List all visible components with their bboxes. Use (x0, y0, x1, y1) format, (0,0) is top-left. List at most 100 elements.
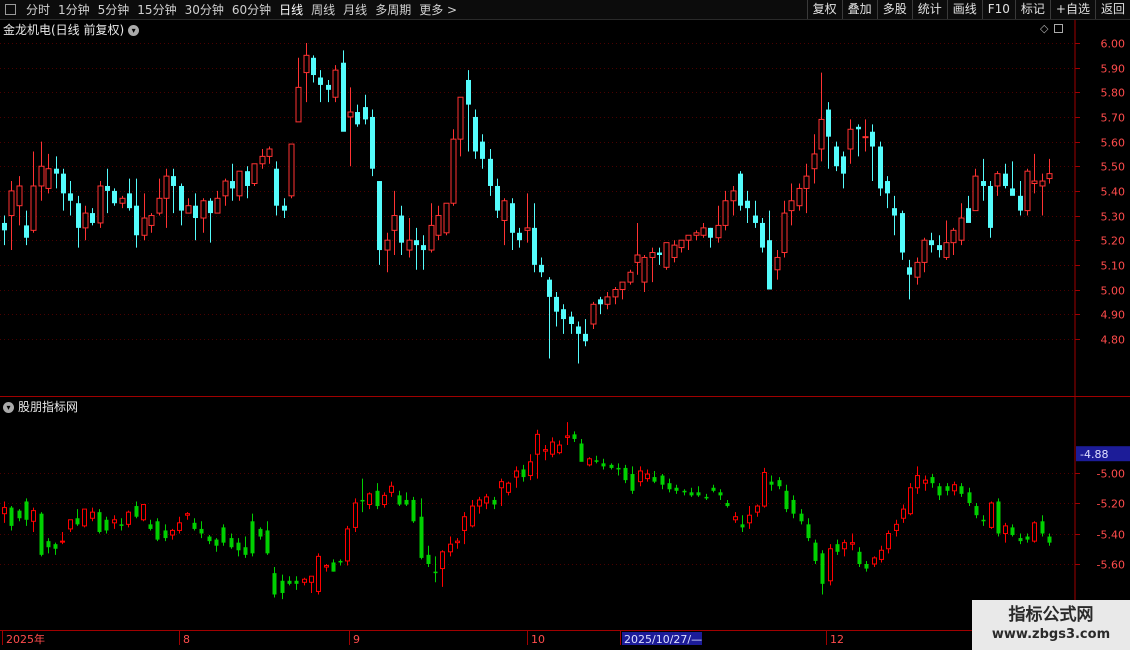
indicator-candle-body (2, 507, 7, 515)
maximize-icon[interactable] (1054, 24, 1064, 33)
indicator-candle-body (623, 467, 628, 481)
price-candle-body (994, 173, 1001, 187)
indicator-candle-body (280, 580, 285, 593)
indicator-candle-body (601, 463, 606, 467)
indicator-candle-body (682, 490, 687, 493)
price-candle-body (355, 112, 360, 125)
indicator-candle-body (389, 485, 394, 493)
indicator-candle-body (170, 529, 175, 536)
price-candle-body (288, 143, 295, 197)
price-candle-body (450, 138, 457, 204)
kline-chart[interactable]: 6.00 5.90 5.80 5.70 5.60 5.50 5.40 5.30 5.20 5.10… (0, 0, 1130, 650)
indicator-candle-body (448, 543, 453, 553)
price-candle-body (414, 240, 419, 246)
price-candle-body (495, 185, 500, 211)
indicator-candle-body (594, 460, 599, 462)
indicator-candle-body (272, 573, 277, 595)
price-candle-body (54, 168, 59, 174)
price-candle-body (856, 126, 861, 130)
chevron-down-icon[interactable]: ▾ (128, 25, 140, 36)
indicator-candle-body (996, 501, 1001, 534)
indicator-candle-body (236, 542, 241, 551)
chevron-down-icon[interactable]: ▾ (3, 402, 14, 413)
indicator-candle-body (711, 487, 716, 491)
y-tick-label: 5.20 (1101, 235, 1126, 248)
price-candle-body (561, 309, 566, 320)
indicator-candle-body (163, 530, 168, 539)
price-candle-body (937, 245, 942, 251)
price-candle-body (1018, 195, 1023, 211)
price-candle-body (45, 168, 52, 189)
indicator-candle-body (813, 542, 818, 561)
indicator-candle-body (733, 516, 738, 521)
price-candle-body (826, 109, 831, 137)
indicator-candle-body (192, 522, 197, 529)
price-candle-body (811, 153, 818, 170)
indicator-candle-body (477, 499, 482, 507)
price-candle-body (569, 316, 574, 325)
price-candle-body (156, 197, 163, 214)
indicator-candle-body (915, 475, 920, 489)
indicator-candle-body (419, 516, 424, 558)
indicator-candle-body (53, 544, 58, 549)
indicator-candle-body (799, 513, 804, 522)
price-candle-body (981, 181, 986, 186)
indicator-candle-body (689, 492, 694, 496)
indicator-candle-body (952, 484, 957, 492)
indicator-candle-body (1010, 527, 1015, 536)
price-candle-body (179, 185, 184, 211)
indicator-candle-body (426, 554, 431, 564)
price-candle-body (929, 240, 934, 246)
diamond-icon[interactable]: ◇ (1040, 22, 1048, 35)
indicator-candle-body (324, 565, 329, 568)
price-candle-body (892, 208, 897, 216)
price-candle-body (649, 252, 656, 258)
price-candle-body (466, 79, 471, 105)
indicator-candle-body (828, 548, 833, 582)
indicator-candle-body (141, 504, 146, 521)
indicator-candle-body (82, 508, 87, 527)
price-candle-body (972, 175, 979, 212)
price-candle-body (1024, 170, 1031, 212)
price-candle-body (1003, 173, 1008, 186)
indicator-candle-body (630, 474, 635, 491)
price-candle-body (693, 232, 700, 236)
price-candle-body (406, 239, 413, 251)
price-candle-body (384, 239, 391, 251)
price-candle-body (958, 217, 965, 241)
price-candle-body (796, 187, 803, 207)
price-candle-body (443, 202, 450, 234)
price-candle-body (435, 215, 442, 236)
indicator-candle-body (134, 506, 139, 517)
indicator-candle-body (777, 480, 782, 487)
indicator-candle-body (762, 472, 767, 507)
indicator-candle-body (31, 510, 36, 522)
price-candle-body (781, 212, 788, 254)
indicator-candle-body (119, 524, 124, 526)
price-candle-body (251, 163, 258, 185)
indicator-candle-body (835, 544, 840, 552)
price-candle-body (200, 200, 207, 219)
indicator-candle-body (514, 470, 519, 478)
indicator-candle-body (75, 518, 80, 525)
indicator-candle-body (930, 477, 935, 484)
indicator-candle-body (1032, 522, 1037, 542)
price-candle-body (767, 240, 772, 290)
price-candle-body (457, 96, 464, 140)
indicator-candle-body (46, 541, 51, 548)
price-candle-body (341, 62, 346, 132)
price-candle-body (657, 252, 662, 255)
indicator-candle-body (528, 461, 533, 477)
indicator-candle-body (864, 564, 869, 569)
price-candle-body (598, 299, 603, 305)
indicator-candle-body (696, 492, 701, 496)
indicator-candle-body (9, 507, 14, 526)
indicator-candle-body (616, 467, 621, 470)
price-candle-body (966, 208, 971, 223)
y-tick-label: -5.20 (1097, 498, 1125, 511)
indicator-candle-body (397, 495, 402, 505)
indicator-candle-body (989, 502, 994, 528)
price-candle-body (127, 193, 132, 209)
y-tick-label: 5.70 (1101, 112, 1126, 125)
price-candle-body (641, 256, 648, 283)
